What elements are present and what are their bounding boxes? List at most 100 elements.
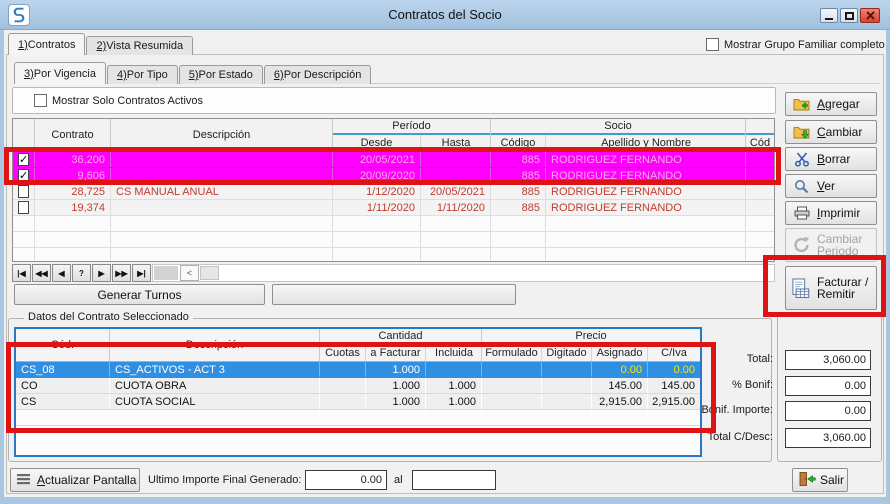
bonif-importe-label: Bonif. Importe: [628, 404, 773, 416]
nav-next-button[interactable]: ▶ [92, 264, 111, 282]
maximize-button[interactable] [840, 8, 858, 23]
empty-row [16, 426, 700, 454]
col-incluida: Incluida [426, 345, 482, 361]
bonif-importe-field[interactable]: 0.00 [785, 401, 871, 421]
solo-activos-label: Mostrar Solo Contratos Activos [52, 95, 203, 107]
salir-button[interactable]: Salir [792, 468, 848, 492]
horizontal-scrollbar[interactable]: < [152, 264, 775, 282]
col-cuotas: Cuotas [320, 345, 366, 361]
row-checkbox[interactable]: ✓ [18, 169, 29, 182]
magnifier-icon [792, 179, 811, 194]
generar-turnos-button[interactable]: Generar Turnos [14, 284, 265, 305]
detalle-row-3[interactable]: CS CUOTA SOCIAL 1.000 1.000 2,915.00 2,9… [16, 394, 700, 410]
nav-first-button[interactable]: |◀ [12, 264, 31, 282]
blank-button[interactable] [272, 284, 516, 305]
colgroup-socio: Socio Código Apellido y Nombre [491, 119, 746, 151]
al-label: al [394, 474, 403, 486]
detalle-row-1[interactable]: CS_08 CS_ACTIVOS - ACT 3 1.000 0.00 0.00 [16, 362, 700, 378]
nav-fast-next-button[interactable]: ▶▶ [112, 264, 131, 282]
colgroup-cod2: Cód [746, 119, 774, 151]
row-checkbox[interactable]: ✓ [18, 153, 29, 166]
col-desde: Desde [333, 135, 421, 151]
col-descripcion: Descripción [110, 329, 320, 361]
solo-activos-checkbox[interactable] [34, 94, 47, 107]
title-bar: Contratos del Socio [0, 0, 890, 30]
exit-door-icon [798, 471, 816, 490]
colgroup-periodo: Período Desde Hasta [333, 119, 491, 151]
contrato-row-4[interactable]: 19,374 1/11/2020 1/11/2020 885 RODRIGUEZ… [13, 200, 774, 216]
grupo-familiar-label: Mostrar Grupo Familiar completo [724, 39, 885, 51]
scissors-icon [792, 152, 811, 167]
tab-por-vigencia[interactable]: 3) Por Vigencia [14, 62, 106, 84]
tab-por-tipo[interactable]: 4) Por Tipo [107, 65, 178, 84]
close-button[interactable] [860, 8, 880, 23]
row-checkbox[interactable] [18, 185, 29, 198]
col-formulado: Formulado [482, 345, 542, 361]
empty-row [13, 248, 774, 262]
bonif-field[interactable]: 0.00 [785, 376, 871, 396]
empty-row [16, 410, 700, 426]
scrollbar-page-block[interactable] [154, 266, 178, 280]
window-border [886, 30, 890, 504]
list-icon [17, 473, 31, 488]
col-digitado: Digitado [542, 345, 592, 361]
empty-row [13, 232, 774, 248]
contrato-row-3[interactable]: 28,725 CS MANUAL ANUAL 1/12/2020 20/05/2… [13, 184, 774, 200]
main-tabstrip: 1) Contratos 2) Vista Resumida [8, 33, 194, 55]
nav-search-button[interactable]: ? [72, 264, 91, 282]
importe-hasta-field[interactable] [412, 470, 496, 490]
tab-por-estado[interactable]: 5) Por Estado [179, 65, 263, 84]
total-field[interactable]: 3,060.00 [785, 350, 871, 370]
col-select [13, 119, 35, 151]
contrato-row-2[interactable]: ✓ 9,606 20/09/2020 885 RODRIGUEZ FERNAND… [13, 168, 774, 184]
col-apellido-nombre: Apellido y Nombre [546, 135, 746, 151]
contrato-row-1[interactable]: ✓ 36,200 20/05/2021 885 RODRIGUEZ FERNAN… [13, 152, 774, 168]
cambiar-periodo-button[interactable]: CambiarPeriodo [785, 228, 877, 262]
contratos-grid: Contrato Descripción Período Desde Hasta… [12, 118, 775, 262]
tab-por-descripcion[interactable]: 6) Por Descripción [264, 65, 371, 84]
folder-arrow-icon [792, 125, 811, 140]
datos-group-label: Datos del Contrato Seleccionado [24, 311, 193, 323]
bonif-label: % Bonif: [628, 379, 773, 391]
total-desc-label: Total C/Desc: [628, 431, 773, 443]
window-border [0, 30, 4, 504]
nav-last-button[interactable]: ▶| [132, 264, 151, 282]
solo-activos-checkbox-row: Mostrar Solo Contratos Activos [34, 94, 203, 107]
printer-icon [792, 206, 811, 220]
sub-tabstrip: 3) Por Vigencia 4) Por Tipo 5) Por Estad… [14, 62, 372, 84]
actualizar-pantalla-button[interactable]: Actualizar Pantalla [10, 468, 140, 492]
refresh-icon [792, 234, 811, 256]
tab-vista-resumida[interactable]: 2) Vista Resumida [86, 36, 193, 55]
scroll-left-button[interactable]: < [180, 265, 199, 281]
total-desc-field[interactable]: 3,060.00 [785, 428, 871, 448]
col-codigo: Código [491, 135, 546, 151]
detalle-row-2[interactable]: CO CUOTA OBRA 1.000 1.000 145.00 145.00 [16, 378, 700, 394]
agregar-button[interactable]: Agregar [785, 92, 877, 116]
detalle-grid: Cód. Descripción Cantidad Cuotas a Factu… [14, 327, 702, 457]
scrollbar-thumb[interactable] [200, 266, 219, 280]
nav-prev-button[interactable]: ◀ [52, 264, 71, 282]
tab-contratos[interactable]: 1) Contratos [8, 33, 85, 55]
minimize-button[interactable] [820, 8, 838, 23]
contratos-del-socio-window: Contratos del Socio 1) Contratos 2) Vist… [0, 0, 890, 504]
borrar-button[interactable]: Borrar [785, 147, 877, 171]
col-cod2: Cód [746, 135, 774, 151]
grupo-familiar-checkbox-row: Mostrar Grupo Familiar completo [706, 38, 885, 51]
nav-fast-prev-button[interactable]: ◀◀ [32, 264, 51, 282]
row-checkbox[interactable] [18, 201, 29, 214]
col-hasta: Hasta [421, 135, 491, 151]
col-contrato: Contrato [35, 119, 111, 151]
window-border [0, 497, 890, 504]
empty-row [13, 216, 774, 232]
importe-desde-field[interactable]: 0.00 [305, 470, 387, 490]
folder-plus-icon [792, 97, 811, 112]
total-label: Total: [628, 353, 773, 365]
ultimo-importe-label: Ultimo Importe Final Generado: [148, 474, 301, 486]
ver-button[interactable]: Ver [785, 174, 877, 198]
colgroup-cantidad: Cantidad Cuotas a Facturar Incluida [320, 329, 482, 361]
imprimir-button[interactable]: Imprimir [785, 201, 877, 225]
grupo-familiar-checkbox[interactable] [706, 38, 719, 51]
col-cod: Cód. [16, 329, 110, 361]
cambiar-button[interactable]: Cambiar [785, 120, 877, 144]
facturar-remitir-button[interactable]: Facturar /Remitir [785, 266, 877, 310]
